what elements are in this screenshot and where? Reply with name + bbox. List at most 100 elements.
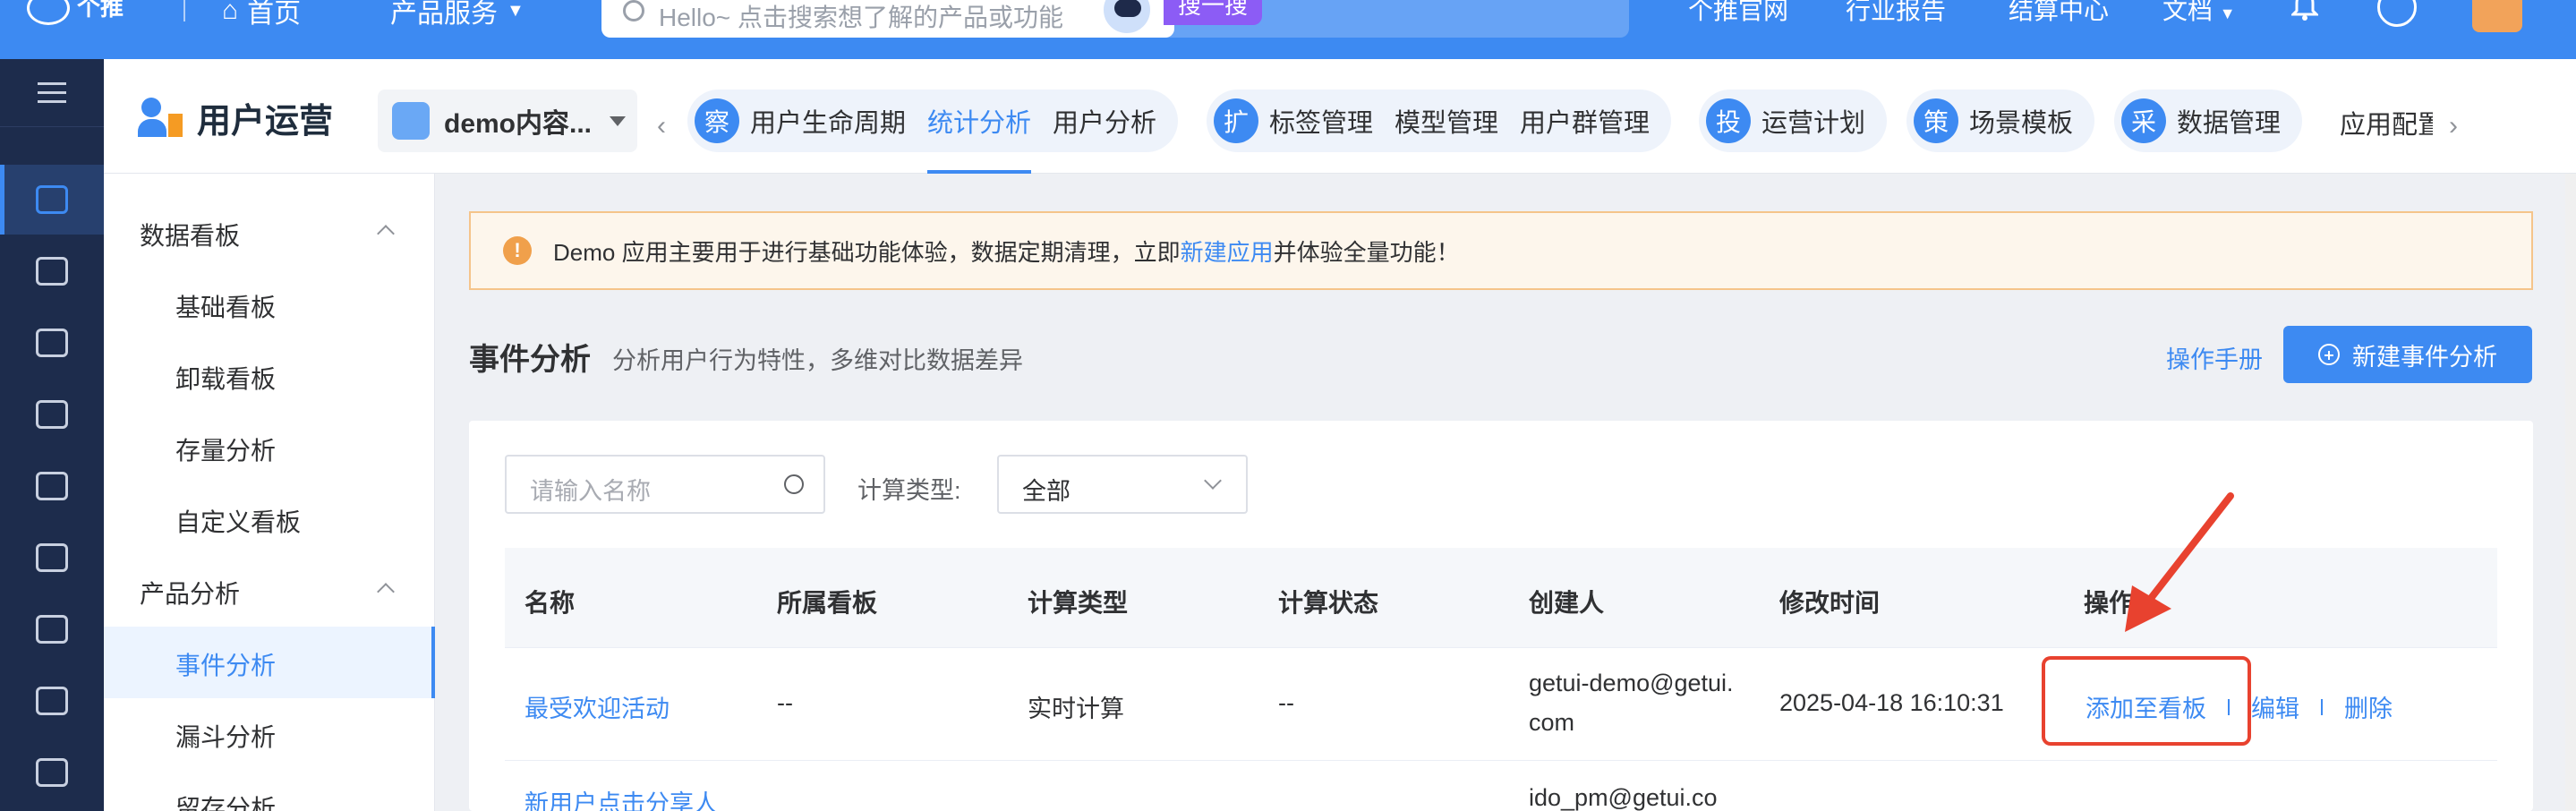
- sidebar-item-7[interactable]: [0, 594, 104, 664]
- nav-prev-arrow[interactable]: ‹: [657, 111, 666, 141]
- nav-group-collect: 采 数据管理: [2114, 90, 2303, 152]
- sidebar-item-3[interactable]: [0, 308, 104, 378]
- collect-badge-icon: 采: [2121, 98, 2166, 143]
- menu-group-dashboards[interactable]: 数据看板: [140, 217, 240, 252]
- robot-icon: [36, 543, 68, 572]
- app-selector[interactable]: demo内容...: [378, 90, 637, 152]
- tab-app-config[interactable]: 应用配置: [2340, 104, 2433, 141]
- caret-down-icon: ▼: [2219, 4, 2236, 22]
- edit-link[interactable]: 编辑: [2251, 689, 2299, 724]
- menu-toggle-icon[interactable]: [0, 59, 104, 127]
- nav-group-strategy: 策 场景模板: [1906, 90, 2095, 152]
- expand-badge-icon: 扩: [1214, 98, 1258, 143]
- calc-type-label: 计算类型:: [857, 477, 961, 504]
- sidebar-item-9[interactable]: [0, 738, 104, 807]
- sidebar-item-user-ops[interactable]: [0, 165, 104, 235]
- user-avatar-icon[interactable]: [2377, 0, 2417, 27]
- col-creator: 创建人: [1529, 589, 1605, 617]
- creator-cell-line1: getui-demo@getui.: [1529, 670, 1734, 696]
- menu-item-funnel-analysis[interactable]: 漏斗分析: [175, 718, 276, 754]
- alert-text-tail: 并体验全量功能！: [1273, 238, 1460, 266]
- tab-lifecycle[interactable]: 用户生命周期: [750, 102, 906, 140]
- col-board: 所属看板: [777, 589, 878, 617]
- search-icon[interactable]: [784, 474, 804, 494]
- action-divider: [2321, 698, 2323, 715]
- sidebar-item-8[interactable]: [0, 666, 104, 736]
- industry-report-link[interactable]: 行业报告: [1846, 0, 1946, 27]
- nav-next-arrow[interactable]: ›: [2449, 111, 2458, 141]
- col-calc-status: 计算状态: [1278, 589, 1379, 617]
- logo-text: 个推: [77, 0, 124, 21]
- calc-type-select[interactable]: 全部: [997, 455, 1248, 514]
- col-calc-type: 计算类型: [1028, 589, 1129, 617]
- tab-tag-management[interactable]: 标签管理: [1269, 102, 1373, 140]
- creator-cell-line2: com: [1529, 709, 1575, 736]
- chevron-down-icon: [1204, 472, 1222, 490]
- bell-icon[interactable]: [2290, 0, 2320, 21]
- chevron-up-icon[interactable]: [377, 225, 395, 243]
- sidebar-item-2[interactable]: [0, 236, 104, 306]
- event-name-link[interactable]: 最受欢迎活动: [525, 689, 670, 724]
- page-scrollbar[interactable]: [2565, 174, 2576, 811]
- menu-item-basic-board[interactable]: 基础看板: [175, 288, 276, 324]
- menu-item-stock-analysis[interactable]: 存量分析: [175, 431, 276, 467]
- menu-item-uninstall-board[interactable]: 卸载看板: [175, 360, 276, 396]
- caret-down-icon: ▼: [507, 0, 525, 21]
- tab-model-management[interactable]: 模型管理: [1395, 102, 1498, 140]
- annotation-highlight-box: [2042, 656, 2251, 746]
- page-title: 事件分析: [469, 343, 591, 377]
- tab-statistics[interactable]: 统计分析: [927, 102, 1032, 174]
- tab-scene-template[interactable]: 场景模板: [1969, 102, 2073, 140]
- docs-label: 文档: [2162, 0, 2213, 24]
- menu-item-event-analysis[interactable]: 事件分析: [175, 646, 276, 682]
- manual-link[interactable]: 操作手册: [2166, 340, 2263, 375]
- logo-icon: [27, 0, 70, 25]
- name-input-placeholder: 请输入名称: [530, 478, 651, 505]
- menu-item-custom-board[interactable]: 自定义看板: [175, 503, 301, 539]
- tag-icon: [36, 758, 68, 787]
- tab-user-analysis[interactable]: 用户分析: [1053, 102, 1156, 140]
- create-app-link[interactable]: 新建应用: [1181, 235, 1274, 268]
- annotation-arrow-icon: [2125, 492, 2234, 632]
- settings-user-icon: [36, 687, 68, 715]
- tab-user-group-management[interactable]: 用户群管理: [1520, 102, 1650, 140]
- mail-icon: [36, 472, 68, 500]
- gift-icon[interactable]: [2472, 0, 2522, 32]
- nav-group-observe: 察 用户生命周期 统计分析 用户分析: [687, 90, 1179, 174]
- page-subtitle: 分析用户行为特性，多维对比数据差异: [612, 347, 1023, 374]
- settlement-link[interactable]: 结算中心: [2009, 0, 2109, 27]
- user-ops-icon: [36, 185, 68, 214]
- user-growth-icon: [138, 97, 183, 139]
- top-divider: [183, 0, 185, 21]
- menu-item-retention-analysis[interactable]: 留存分析: [175, 790, 276, 811]
- search-icon: [623, 0, 644, 21]
- app-cube-icon: [392, 102, 430, 140]
- global-search-input[interactable]: Hello~ 点击搜索想了解的产品或功能: [601, 0, 1174, 38]
- chevron-up-icon[interactable]: [377, 583, 395, 601]
- delete-link[interactable]: 删除: [2344, 689, 2393, 724]
- products-menu[interactable]: 产品服务 ▼: [390, 0, 525, 30]
- official-site-link[interactable]: 个推官网: [1688, 0, 1788, 27]
- sidebar-item-5[interactable]: [0, 451, 104, 521]
- board-cell: --: [777, 689, 793, 716]
- observe-badge-icon: 察: [695, 98, 739, 143]
- event-name-link[interactable]: 新用户点击分享人: [525, 784, 718, 811]
- home-link[interactable]: ⌂ 首页: [222, 0, 301, 30]
- search-button[interactable]: 搜一搜: [1164, 0, 1262, 25]
- menu-group-product-analysis[interactable]: 产品分析: [140, 575, 240, 610]
- new-event-analysis-button[interactable]: 新建事件分析: [2283, 326, 2532, 383]
- col-modified: 修改时间: [1779, 589, 1881, 617]
- docs-menu[interactable]: 文档 ▼: [2162, 0, 2236, 27]
- warning-icon: !: [503, 236, 532, 265]
- getui-logo[interactable]: 个推: [27, 0, 124, 27]
- sidebar-item-4[interactable]: [0, 380, 104, 449]
- tool-icon: [36, 400, 68, 429]
- tab-ops-plan[interactable]: 运营计划: [1761, 102, 1865, 140]
- calc-status-cell: --: [1278, 689, 1294, 716]
- secondary-menu: 数据看板 基础看板 卸载看板 存量分析 自定义看板 产品分析 事件分析 漏斗分析…: [104, 174, 435, 811]
- name-search-input[interactable]: 请输入名称: [505, 455, 825, 514]
- strategy-badge-icon: 策: [1914, 98, 1958, 143]
- tab-data-management[interactable]: 数据管理: [2177, 102, 2281, 140]
- col-name: 名称: [525, 589, 576, 617]
- sidebar-item-6[interactable]: [0, 523, 104, 593]
